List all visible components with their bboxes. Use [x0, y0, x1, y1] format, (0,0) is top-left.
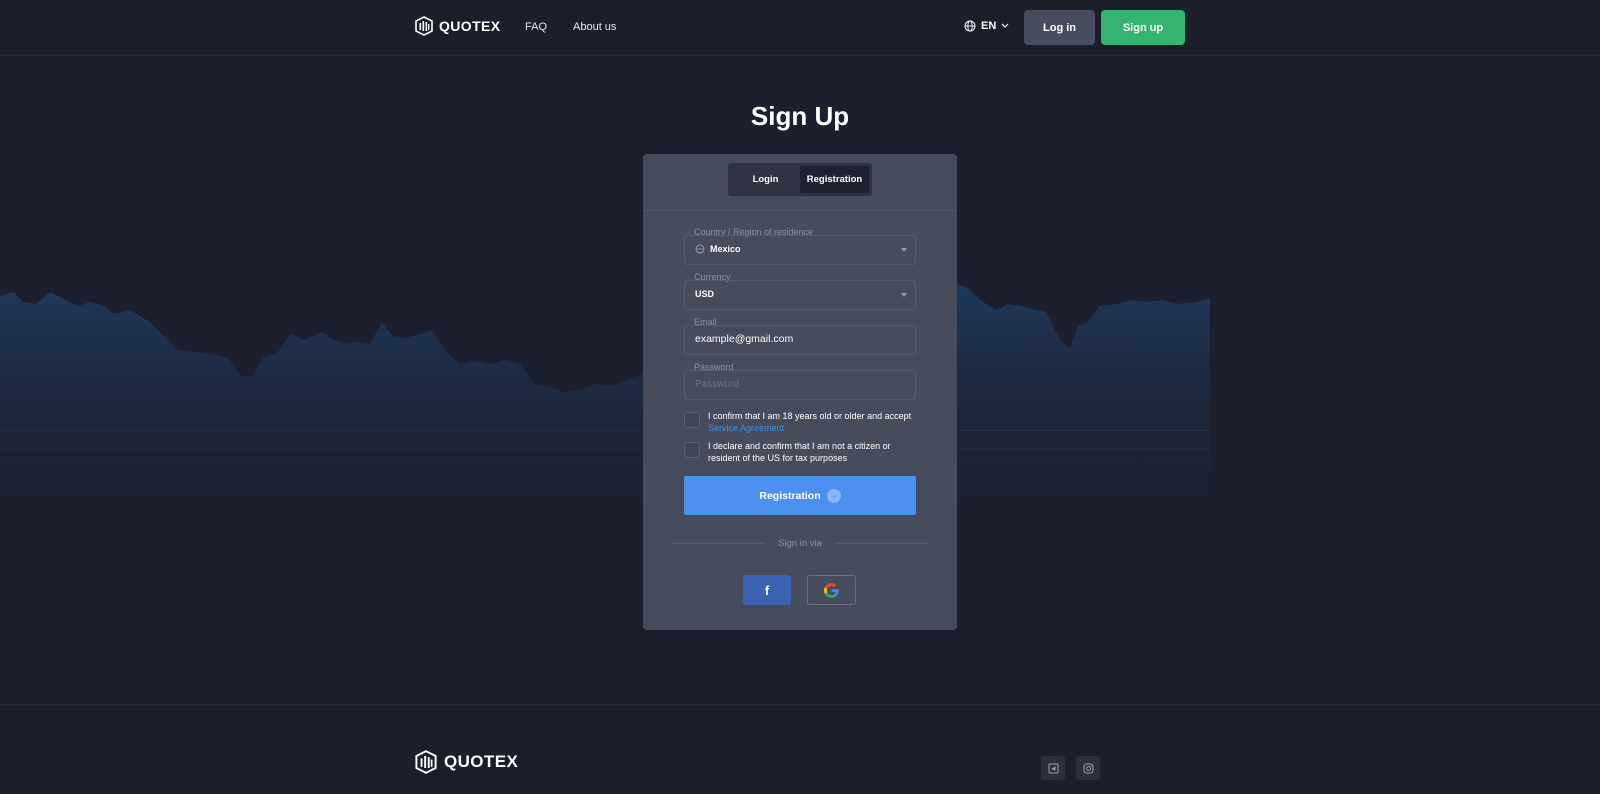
card-divider [643, 210, 957, 211]
password-placeholder: Password [695, 379, 739, 390]
quotex-logo-icon [415, 750, 437, 774]
registration-submit-button[interactable]: Registration → [684, 476, 916, 515]
top-navigation-bar: QUOTEX FAQ About us EN Log in Sign up [0, 0, 1600, 56]
google-icon [824, 582, 839, 598]
us-confirm-checkbox[interactable] [684, 442, 700, 458]
email-value: example@gmail.com [695, 333, 794, 345]
nav-about-link[interactable]: About us [573, 21, 616, 33]
tab-registration[interactable]: Registration [800, 166, 869, 193]
country-select[interactable]: Mexico [684, 235, 916, 265]
facebook-icon: f [764, 582, 770, 598]
footer-quotex-logo[interactable]: QUOTEX [414, 750, 518, 774]
instagram-icon [1083, 763, 1093, 773]
page: QUOTEX FAQ About us EN Log in Sign up Si… [0, 0, 1600, 794]
brand-name: QUOTEX [439, 18, 501, 34]
globe-icon [695, 244, 705, 254]
language-code: EN [981, 20, 997, 32]
age-confirm-text-wrap: I confirm that I am 18 years old or olde… [708, 410, 911, 434]
google-signin-button[interactable] [807, 575, 856, 605]
tab-login[interactable]: Login [731, 166, 800, 193]
email-field[interactable]: example@gmail.com [684, 325, 916, 355]
us-confirm-row: I declare and confirm that I am not a ci… [684, 440, 924, 464]
globe-icon [964, 20, 976, 32]
telegram-icon [1048, 763, 1058, 773]
header-login-button[interactable]: Log in [1024, 10, 1095, 45]
footer-brand-name: QUOTEX [444, 752, 519, 771]
age-confirm-row: I confirm that I am 18 years old or olde… [684, 410, 924, 434]
service-agreement-link[interactable]: Service Agreement [708, 422, 911, 434]
sign-in-via-divider: Sign in via [671, 538, 929, 549]
registration-card: Login Registration Country / Region of r… [643, 154, 957, 630]
telegram-link[interactable] [1041, 756, 1065, 780]
currency-value: USD [695, 289, 715, 299]
nav-faq-link[interactable]: FAQ [525, 21, 547, 33]
page-title: Sign Up [750, 101, 850, 131]
quotex-logo[interactable]: QUOTEX [414, 16, 501, 36]
age-confirm-text: I confirm that I am 18 years old or olde… [708, 411, 912, 421]
arrow-right-circle-icon: → [826, 488, 841, 503]
country-value-wrap: Mexico [695, 244, 741, 254]
chevron-down-icon [901, 248, 907, 252]
sign-in-via-text: Sign in via [778, 538, 822, 549]
quotex-logo-icon [415, 16, 433, 36]
password-field[interactable]: Password [684, 370, 916, 400]
currency-select[interactable]: USD [684, 280, 916, 310]
background-chart-decoration [0, 284, 1210, 500]
us-confirm-text: I declare and confirm that I am not a ci… [708, 441, 891, 463]
country-value: Mexico [710, 244, 741, 254]
divider-line-left [671, 543, 765, 544]
chevron-down-icon [901, 293, 907, 297]
language-selector[interactable]: EN [964, 20, 1009, 32]
chevron-down-icon [1001, 23, 1009, 28]
footer [0, 704, 1600, 794]
facebook-signin-button[interactable]: f [743, 575, 791, 605]
auth-tabs: Login Registration [728, 163, 872, 196]
registration-submit-label: Registration [759, 489, 821, 502]
divider-line-right [835, 543, 929, 544]
instagram-link[interactable] [1076, 756, 1100, 780]
header-signup-button[interactable]: Sign up [1101, 10, 1185, 45]
age-confirm-checkbox[interactable] [684, 412, 700, 428]
